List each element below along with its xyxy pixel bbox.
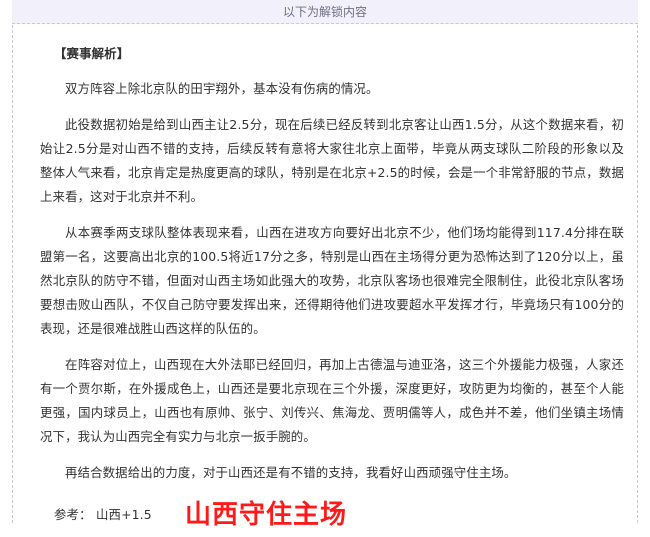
paragraph-lineup: 在阵容对位上，山西现在大外法耶已经回归，再加上古德温与迪亚洛，这三个外援能力极强… xyxy=(40,357,624,444)
reference-label: 参考： xyxy=(54,507,92,522)
reference-value: 山西+1.5 xyxy=(96,507,152,522)
paragraph-performance: 从本赛季两支球队整体表现来看，山西在进攻方向要好出北京不少，他们场均能得到117… xyxy=(40,225,624,336)
paragraph-injuries: 双方阵容上除北京队的田宇翔外，基本没有伤病的情况。 xyxy=(65,81,379,96)
article-body: 【赛事解析】 双方阵容上除北京队的田宇翔外，基本没有伤病的情况。 此役数据初始是… xyxy=(40,42,624,537)
highlight-verdict: 山西守住主场 xyxy=(185,500,348,530)
paragraph-conclusion: 再结合数据给出的力度，对于山西还是有不错的支持，我看好山西顽强守住主场。 xyxy=(65,465,517,480)
reference-row: 参考： 山西+1.5 山西守住主场 xyxy=(40,497,624,537)
unlock-banner: 以下为解锁内容 xyxy=(12,0,638,24)
section-title: 【赛事解析】 xyxy=(54,46,130,61)
paragraph-odds: 此役数据初始是给到山西主让2.5分，现在后续已经反转到北京客让山西1.5分，从这… xyxy=(40,117,624,204)
